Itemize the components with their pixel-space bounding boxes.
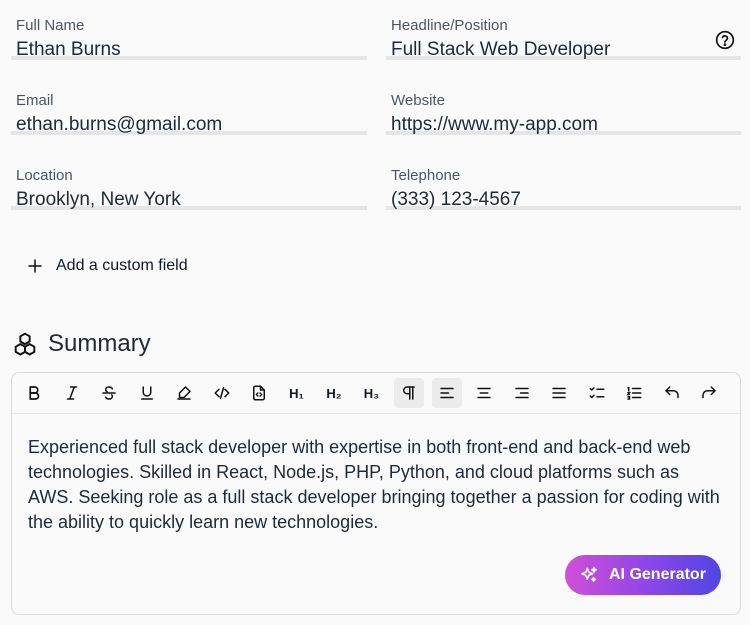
italic-button[interactable] — [57, 378, 87, 408]
headline-label: Headline/Position — [391, 17, 508, 34]
code-block-button[interactable] — [244, 378, 274, 408]
editor-toolbar: H₁ H₂ H₃ — [12, 373, 740, 414]
email-field[interactable]: Email ethan.burns@gmail.com — [11, 83, 367, 135]
help-icon[interactable] — [715, 30, 735, 50]
paragraph-button[interactable] — [394, 378, 424, 408]
align-right-button[interactable] — [507, 378, 537, 408]
telephone-input[interactable]: (333) 123-4567 — [391, 189, 521, 211]
heading-2-label: H₂ — [326, 385, 342, 401]
ai-generator-label: AI Generator — [609, 566, 706, 583]
sparkles-icon — [581, 566, 598, 583]
redo-button[interactable] — [694, 378, 724, 408]
ai-generator-button[interactable]: AI Generator — [565, 555, 721, 595]
align-justify-button[interactable] — [544, 378, 574, 408]
ordered-list-icon — [626, 387, 642, 400]
paragraph-icon — [403, 386, 415, 400]
code-button[interactable] — [207, 378, 237, 408]
full-name-field[interactable]: Full Name Ethan Burns — [11, 8, 367, 60]
location-input[interactable]: Brooklyn, New York — [16, 189, 181, 211]
full-name-input[interactable]: Ethan Burns — [16, 39, 121, 61]
italic-icon — [66, 386, 77, 400]
add-custom-field-button[interactable]: Add a custom field — [26, 254, 188, 278]
align-right-icon — [514, 387, 529, 399]
add-custom-field-label: Add a custom field — [56, 257, 188, 274]
summary-heading: Summary — [12, 330, 151, 358]
undo-icon — [664, 386, 679, 399]
align-center-button[interactable] — [469, 378, 499, 408]
bold-button[interactable] — [19, 378, 49, 408]
telephone-field[interactable]: Telephone (333) 123-4567 — [386, 158, 741, 210]
heading-1-label: H₁ — [289, 385, 304, 401]
undo-button[interactable] — [657, 378, 687, 408]
website-label: Website — [391, 92, 445, 109]
cubes-icon — [14, 332, 36, 356]
website-input[interactable]: https://www.my-app.com — [391, 114, 598, 136]
strikethrough-button[interactable] — [94, 378, 124, 408]
align-left-button[interactable] — [431, 378, 462, 408]
align-justify-icon — [552, 387, 566, 399]
align-left-icon — [439, 387, 454, 399]
summary-text[interactable]: Experienced full stack developer with ex… — [28, 435, 728, 535]
redo-icon — [702, 386, 716, 399]
summary-editor[interactable]: H₁ H₂ H₃ Experienced full stack develope… — [11, 372, 741, 615]
headline-field[interactable]: Headline/Position Full Stack Web Develop… — [386, 8, 741, 60]
heading-1-button[interactable]: H₁ — [282, 378, 312, 408]
code-icon — [214, 387, 229, 399]
heading-3-button[interactable]: H₃ — [357, 378, 387, 408]
location-field[interactable]: Location Brooklyn, New York — [11, 158, 367, 210]
code-block-icon — [253, 385, 265, 401]
summary-title: Summary — [48, 330, 151, 357]
location-label: Location — [16, 167, 73, 184]
heading-2-button[interactable]: H₂ — [319, 378, 349, 408]
highlight-button[interactable] — [169, 378, 199, 408]
telephone-label: Telephone — [391, 167, 461, 184]
email-label: Email — [16, 92, 54, 109]
email-input[interactable]: ethan.burns@gmail.com — [16, 114, 222, 136]
bold-icon — [29, 386, 40, 400]
plus-icon — [28, 259, 42, 273]
underline-icon — [140, 386, 153, 400]
strikethrough-icon — [102, 386, 116, 400]
ordered-list-button[interactable] — [619, 378, 649, 408]
highlight-icon — [177, 386, 191, 400]
align-center-icon — [477, 387, 491, 399]
website-field[interactable]: Website https://www.my-app.com — [386, 83, 741, 135]
full-name-label: Full Name — [16, 17, 85, 34]
underline-button[interactable] — [132, 378, 162, 408]
headline-input[interactable]: Full Stack Web Developer — [391, 39, 610, 61]
checklist-icon — [589, 387, 604, 399]
checklist-button[interactable] — [582, 378, 612, 408]
heading-3-label: H₃ — [363, 385, 380, 401]
